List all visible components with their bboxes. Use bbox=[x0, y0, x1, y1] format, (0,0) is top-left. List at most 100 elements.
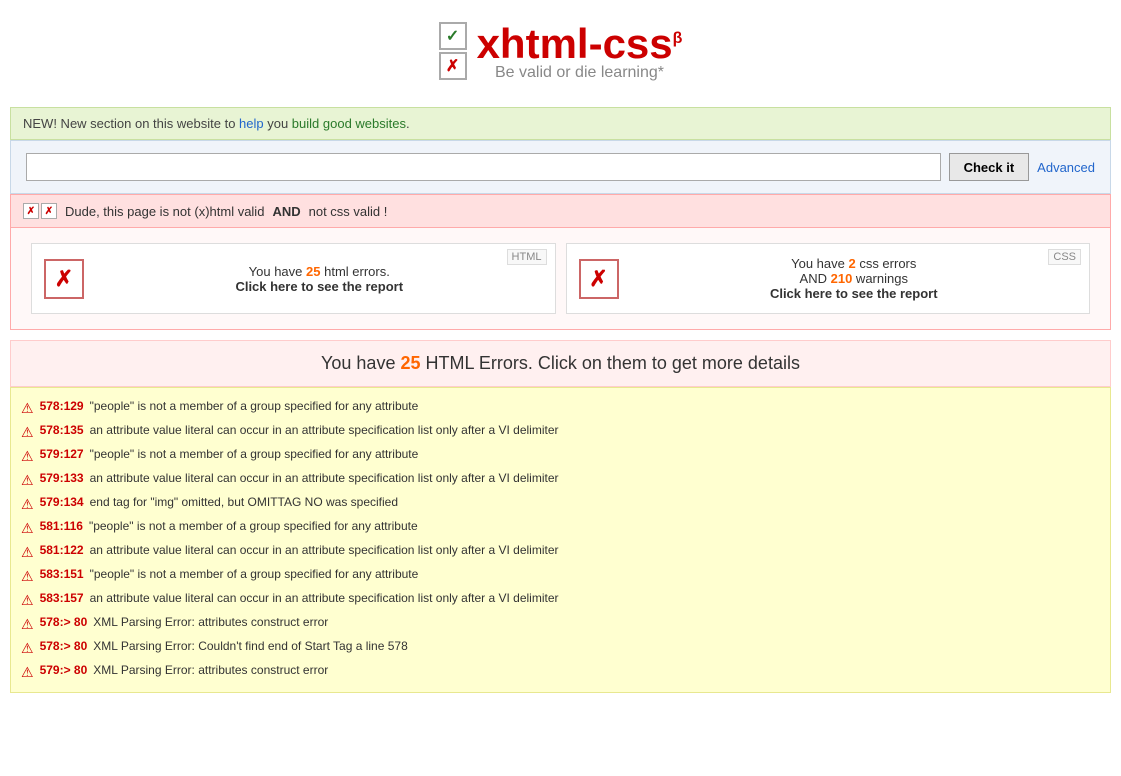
xml-arrow: :> 80 bbox=[60, 639, 88, 653]
error-message: XML Parsing Error: attributes construct … bbox=[93, 615, 328, 629]
logo-beta: β bbox=[673, 30, 683, 47]
css-post: css errors bbox=[856, 256, 917, 271]
error-message: end tag for "img" omitted, but OMITTAG N… bbox=[90, 495, 398, 509]
error-item[interactable]: ⚠ 578:135 an attribute value literal can … bbox=[11, 420, 1110, 444]
error-icon: ⚠ bbox=[21, 496, 34, 513]
error-location: 578:> 80 bbox=[40, 615, 88, 629]
error-item[interactable]: ⚠ 578:> 80 XML Parsing Error: attributes … bbox=[11, 612, 1110, 636]
html-report-box[interactable]: HTML ✗ You have 25 html errors. Click he… bbox=[31, 243, 556, 314]
css-report-box[interactable]: CSS ✗ You have 2 css errors AND 210 warn… bbox=[566, 243, 1091, 314]
logo-checkmark: ✓ bbox=[439, 22, 467, 50]
error-location: 581:116 bbox=[40, 519, 83, 533]
errors-header-count: 25 bbox=[400, 353, 420, 373]
css-report-summary: You have 2 css errors bbox=[631, 256, 1078, 271]
error-icon: ⚠ bbox=[21, 568, 34, 585]
error-item[interactable]: ⚠ 579:134 end tag for "img" omitted, but … bbox=[11, 492, 1110, 516]
error-icon: ⚠ bbox=[21, 640, 34, 657]
error-item[interactable]: ⚠ 578:129 "people" is not a member of a g… bbox=[11, 396, 1110, 420]
xml-location: 579 bbox=[40, 663, 60, 677]
validity-text-post: not css valid ! bbox=[309, 204, 388, 219]
error-icon: ⚠ bbox=[21, 544, 34, 561]
error-icon: ⚠ bbox=[21, 664, 34, 681]
error-location: 579:> 80 bbox=[40, 663, 88, 677]
errors-header-post: HTML Errors. Click on them to get more d… bbox=[421, 353, 800, 373]
reports-area: HTML ✗ You have 25 html errors. Click he… bbox=[10, 228, 1111, 330]
css-error-count: 2 bbox=[848, 256, 855, 271]
banner-highlight: build good websites bbox=[292, 116, 406, 131]
error-icon: ⚠ bbox=[21, 424, 34, 441]
css-click-text: Click here to see the report bbox=[631, 286, 1078, 301]
error-location: 578:135 bbox=[40, 423, 84, 437]
error-icon: ⚠ bbox=[21, 472, 34, 489]
error-item[interactable]: ⚠ 579:> 80 XML Parsing Error: attributes … bbox=[11, 660, 1110, 684]
logo-area: ✓ ✗ xhtml-cssβ Be valid or die learning* bbox=[439, 20, 683, 82]
check-button[interactable]: Check it bbox=[949, 153, 1030, 181]
banner-text-mid: you bbox=[264, 116, 292, 131]
error-message: an attribute value literal can occur in … bbox=[90, 423, 559, 437]
error-message: "people" is not a member of a group spec… bbox=[89, 519, 418, 533]
error-location: 581:122 bbox=[40, 543, 84, 557]
errors-list: ⚠ 578:129 "people" is not a member of a g… bbox=[10, 387, 1111, 693]
logo-x-mark: ✗ bbox=[439, 52, 467, 80]
css-report-text: You have 2 css errors AND 210 warnings C… bbox=[631, 256, 1078, 301]
error-icon: ⚠ bbox=[21, 400, 34, 417]
error-item[interactable]: ⚠581:122 an attribute value literal can … bbox=[11, 540, 1110, 564]
css-warning-count: 210 bbox=[831, 271, 853, 286]
error-location: 583:151 bbox=[40, 567, 84, 581]
html-report-text: You have 25 html errors. Click here to s… bbox=[96, 264, 543, 294]
xml-arrow: :> 80 bbox=[60, 663, 88, 677]
validity-banner: ✗ ✗ Dude, this page is not (x)html valid… bbox=[10, 194, 1111, 228]
error-message: "people" is not a member of a group spec… bbox=[90, 447, 419, 461]
error-item[interactable]: ⚠ 579:127 "people" is not a member of a g… bbox=[11, 444, 1110, 468]
logo-text-main: xhtml-css bbox=[477, 20, 673, 67]
validity-x-icon-2: ✗ bbox=[41, 203, 57, 219]
html-errors-header: You have 25 HTML Errors. Click on them t… bbox=[10, 340, 1111, 387]
url-input[interactable] bbox=[26, 153, 941, 181]
error-icon: ⚠ bbox=[21, 592, 34, 609]
error-item[interactable]: ⚠ 583:151 "people" is not a member of a g… bbox=[11, 564, 1110, 588]
logo-text: xhtml-cssβ bbox=[477, 20, 683, 68]
css-and-warnings: AND 210 warnings bbox=[631, 271, 1078, 286]
html-pre: You have bbox=[249, 264, 306, 279]
advanced-link[interactable]: Advanced bbox=[1037, 160, 1095, 175]
error-location: 579:134 bbox=[40, 495, 84, 509]
error-message: "people" is not a member of a group spec… bbox=[90, 399, 419, 413]
error-location: 579:127 bbox=[40, 447, 84, 461]
error-icon: ⚠ bbox=[21, 616, 34, 633]
header: ✓ ✗ xhtml-cssβ Be valid or die learning* bbox=[0, 0, 1121, 97]
check-bar: Check it Advanced bbox=[10, 140, 1111, 194]
banner-text-end: . bbox=[406, 116, 410, 131]
error-icon: ⚠ bbox=[21, 448, 34, 465]
banner-help-link[interactable]: help bbox=[239, 116, 264, 131]
error-location: 583:157 bbox=[40, 591, 84, 605]
banner-text-pre: NEW! New section on this website to bbox=[23, 116, 239, 131]
error-item[interactable]: ⚠ 581:116 "people" is not a member of a g… bbox=[11, 516, 1110, 540]
logo-title: xhtml-cssβ Be valid or die learning* bbox=[477, 20, 683, 82]
validity-x-icon-1: ✗ bbox=[23, 203, 39, 219]
logo-tagline: Be valid or die learning* bbox=[477, 64, 683, 82]
xml-location: 578 bbox=[40, 639, 60, 653]
error-message: XML Parsing Error: Couldn't find end of … bbox=[93, 639, 407, 653]
xml-arrow: :> 80 bbox=[60, 615, 88, 629]
xml-location: 578 bbox=[40, 615, 60, 629]
error-item[interactable]: ⚠ 578:> 80 XML Parsing Error: Couldn't fi… bbox=[11, 636, 1110, 660]
css-report-label: CSS bbox=[1048, 249, 1081, 265]
html-error-count: 25 bbox=[306, 264, 320, 279]
error-item[interactable]: ⚠ 583:157 an attribute value literal can … bbox=[11, 588, 1110, 612]
html-report-label: HTML bbox=[507, 249, 547, 265]
validity-icons: ✗ ✗ bbox=[23, 203, 57, 219]
error-location: 579:133 bbox=[40, 471, 84, 485]
css-warning-text: warnings bbox=[852, 271, 908, 286]
html-report-x-icon: ✗ bbox=[44, 259, 84, 299]
error-icon: ⚠ bbox=[21, 520, 34, 537]
error-message: an attribute value literal can occur in … bbox=[90, 591, 559, 605]
validity-and: AND bbox=[272, 204, 300, 219]
error-message: XML Parsing Error: attributes construct … bbox=[93, 663, 328, 677]
error-message: "people" is not a member of a group spec… bbox=[90, 567, 419, 581]
html-report-summary: You have 25 html errors. bbox=[96, 264, 543, 279]
errors-header-pre: You have bbox=[321, 353, 400, 373]
error-location: 578:129 bbox=[40, 399, 84, 413]
error-item[interactable]: ⚠579:133 an attribute value literal can … bbox=[11, 468, 1110, 492]
css-report-x-icon: ✗ bbox=[579, 259, 619, 299]
html-click-text: Click here to see the report bbox=[96, 279, 543, 294]
